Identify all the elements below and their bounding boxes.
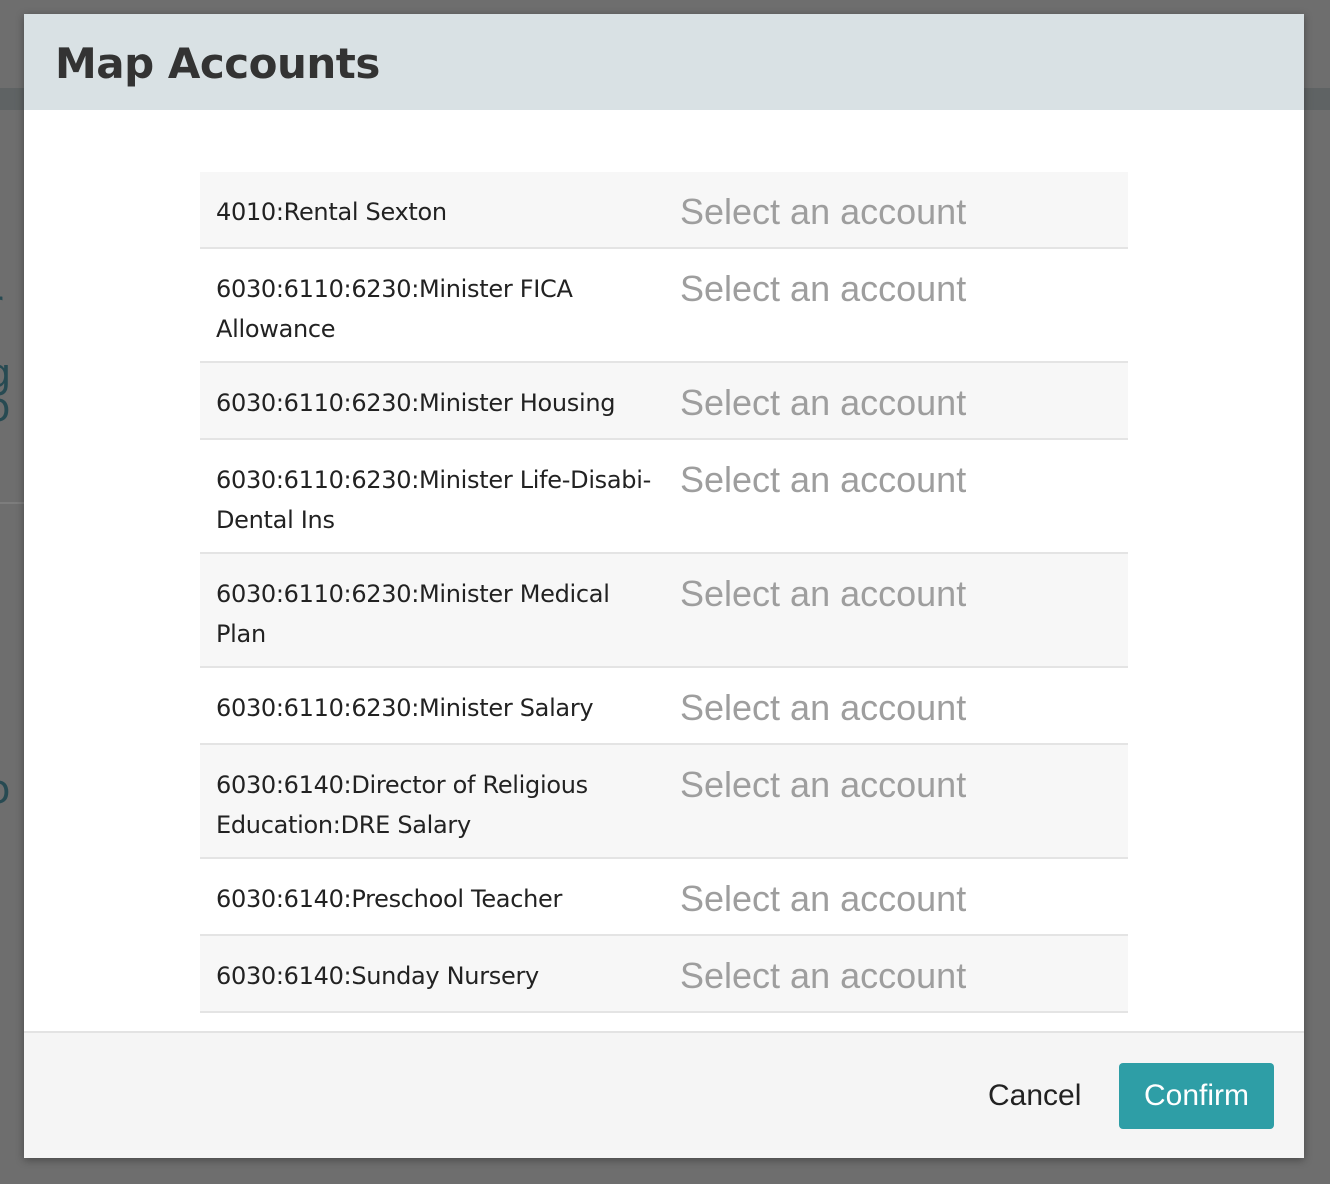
mapping-row: 6030:6110:6230:Minister Salary Select an … xyxy=(200,668,1128,745)
account-select[interactable]: Select an account xyxy=(664,668,1128,743)
map-accounts-modal: Map Accounts 4010:Rental Sexton Select an… xyxy=(24,14,1304,1158)
background-text-fragment: r xyxy=(0,286,2,326)
background-text-fragment: o xyxy=(0,770,10,810)
account-select[interactable]: Select an account xyxy=(664,745,1128,857)
mapping-row: 6030:6110:6230:Minister FICA Allowance Se… xyxy=(200,249,1128,363)
cancel-button[interactable]: Cancel xyxy=(968,1063,1101,1129)
account-select[interactable]: Select an account xyxy=(664,249,1128,361)
source-account-label: 6030:6140:Sunday Nursery xyxy=(216,962,539,990)
source-account-label: 6030:6110:6230:Minister Medical Plan xyxy=(216,580,610,648)
source-account-label: 6030:6140:Director of Religious Educatio… xyxy=(216,771,588,839)
mapping-row: 4010:Rental Sexton Select an account xyxy=(200,172,1128,249)
account-select[interactable]: Select an account xyxy=(664,363,1128,438)
source-account-label: 6030:6110:6230:Minister Salary xyxy=(216,694,594,722)
mapping-row: 6030:6140:Sunday Nursery Select an accoun… xyxy=(200,936,1128,1013)
mapping-row: 6030:6140:Director of Religious Educatio… xyxy=(200,745,1128,859)
mapping-row: 6030:6110:6230:Minister Medical Plan Sele… xyxy=(200,554,1128,668)
account-select[interactable]: Select an account xyxy=(664,172,1128,247)
background-divider xyxy=(0,502,24,504)
source-account-label: 6030:6140:Preschool Teacher xyxy=(216,885,563,913)
modal-header: Map Accounts xyxy=(24,14,1304,110)
account-select[interactable]: Select an account xyxy=(664,859,1128,934)
account-select[interactable]: Select an account xyxy=(664,440,1128,552)
mapping-row: 6030:6140:Preschool Teacher Select an acc… xyxy=(200,859,1128,936)
account-select[interactable]: Select an account xyxy=(664,554,1128,666)
account-mapping-table: 4010:Rental Sexton Select an account 6030:… xyxy=(200,172,1128,1013)
modal-footer: Cancel Confirm xyxy=(24,1031,1304,1158)
account-select[interactable]: Select an account xyxy=(664,936,1128,1011)
source-account-label: 4010:Rental Sexton xyxy=(216,198,447,226)
source-account-label: 6030:6110:6230:Minister Life-Disabi-Dent… xyxy=(216,466,651,534)
source-account-label: 6030:6110:6230:Minister Housing xyxy=(216,389,616,417)
mapping-row: 6030:6110:6230:Minister Life-Disabi-Dent… xyxy=(200,440,1128,554)
source-account-label: 6030:6110:6230:Minister FICA Allowance xyxy=(216,275,573,343)
background-text-fragment: o xyxy=(0,388,10,428)
confirm-button[interactable]: Confirm xyxy=(1119,1063,1274,1129)
mapping-row: 6030:6110:6230:Minister Housing Select an… xyxy=(200,363,1128,440)
modal-title: Map Accounts xyxy=(55,39,380,88)
